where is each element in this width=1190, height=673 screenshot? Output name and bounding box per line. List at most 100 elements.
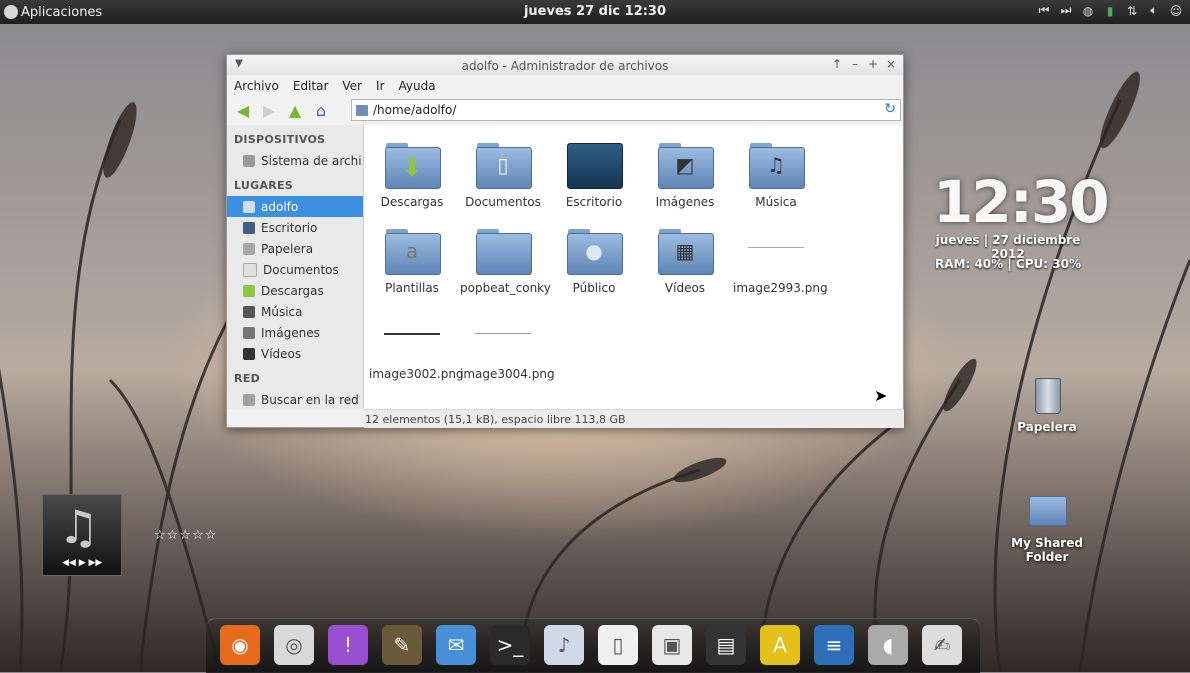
sidebar-item-label: Sistema de archi… (261, 153, 363, 168)
banshee-icon[interactable]: ♪ (544, 625, 584, 665)
file-icon-view: ⬇ Descargas ▯ Documentos Escritorio ◩ Im… (364, 125, 903, 409)
music-player-widget[interactable]: ♫ ◀◀ ▶ ▶▶ (42, 494, 132, 576)
window-titlebar[interactable]: ▼ adolfo - Administrador de archivos ↑ –… (227, 55, 903, 75)
file-item[interactable]: image3004.png (460, 313, 555, 381)
file-item[interactable]: ◩ Imágenes (642, 141, 728, 209)
conky-stats: RAM: 40% | CPU: 30% (935, 257, 1081, 271)
sidebar-item-label: Música (261, 304, 303, 319)
next-track-icon[interactable]: ⏭ (1058, 3, 1074, 18)
sidebar-item-music[interactable]: Música (227, 301, 363, 322)
workspace-icon[interactable]: ▣ (652, 625, 692, 665)
file-item[interactable]: ▦ Vídeos (642, 227, 728, 295)
disc-icon[interactable]: ◎ (274, 625, 314, 665)
back-button[interactable]: ◀ (233, 100, 253, 120)
video-editor-icon[interactable]: ▤ (706, 625, 746, 665)
home-button[interactable]: ⌂ (311, 100, 331, 120)
conky-clock: 12:30 (933, 168, 1110, 236)
menu-ayuda[interactable]: Ayuda (398, 79, 435, 93)
mouse-pointer-icon: ➤ (874, 386, 888, 405)
folder-icon (475, 227, 532, 275)
file-item[interactable]: ● Público (551, 227, 637, 295)
file-item[interactable]: a Plantillas (369, 227, 455, 295)
file-item[interactable]: image2993.png (733, 227, 828, 295)
gimp-icon[interactable]: ✎ (382, 625, 422, 665)
window-controls: ↑ – + × (831, 57, 897, 71)
file-name: image3004.png (460, 367, 555, 381)
menu-ver[interactable]: Ver (342, 79, 362, 93)
chat-icon[interactable]: ! (328, 625, 368, 665)
panel-clock[interactable]: jueves 27 dic 12:30 (0, 4, 1190, 19)
folder-videos-icon: ▦ (657, 227, 714, 275)
terminal-icon[interactable]: >_ (490, 625, 530, 665)
folder-icon (1029, 490, 1067, 530)
sidebar-heading-network: RED (234, 372, 261, 385)
desktop-icon-trash[interactable]: Papelera (997, 374, 1097, 434)
trash-icon (243, 242, 255, 255)
forward-button[interactable]: ▶ (259, 100, 279, 120)
file-item[interactable]: ⬇ Descargas (369, 141, 455, 209)
location-path: /home/adolfo/ (373, 103, 457, 117)
top-panel: Aplicaciones jueves 27 dic 12:30 ⏮ ⏭ ◍ ▮… (0, 0, 1190, 24)
file-item[interactable]: popbeat_conky (460, 227, 551, 295)
player-controls[interactable]: ◀◀ ▶ ▶▶ (62, 558, 102, 568)
writer-icon[interactable]: ≡ (814, 625, 854, 665)
folder-templates-icon: a (384, 227, 441, 275)
desktop-icon-label: My Shared Folder (1011, 536, 1083, 564)
file-item[interactable]: ♫ Música (733, 141, 819, 209)
firefox-icon[interactable]: ◉ (220, 625, 260, 665)
prev-track-icon[interactable]: ⏮ (1036, 3, 1052, 18)
track-rating[interactable]: ☆☆☆☆☆ (154, 528, 217, 543)
inkscape-icon[interactable]: A (760, 625, 800, 665)
folder-public-icon: ● (566, 227, 623, 275)
sidebar-item-browse-network[interactable]: Buscar en la red (227, 389, 363, 410)
sidebar-item-label: Descargas (261, 283, 324, 298)
volume-icon[interactable]: 🔈︎ (1146, 3, 1162, 18)
mail-icon[interactable]: ✉ (436, 625, 476, 665)
file-name: Documentos (465, 195, 541, 209)
maximize-button[interactable]: + (867, 57, 879, 71)
file-item[interactable]: ▯ Documentos (460, 141, 546, 209)
desktop-icon-shared-folder[interactable]: My Shared Folder (997, 490, 1097, 564)
image-file-icon (384, 313, 440, 361)
network-folder-icon (243, 393, 255, 406)
sidebar-item-desktop[interactable]: Escritorio (227, 217, 363, 238)
drive-icon (243, 154, 255, 167)
minimize-button[interactable]: – (849, 57, 861, 71)
sidebar-item-label: Papelera (261, 241, 314, 256)
music-note-icon: ♫ (58, 500, 100, 554)
network-icon[interactable]: ◍ (1080, 4, 1096, 18)
menu-editar[interactable]: Editar (293, 79, 329, 93)
documents-icon (243, 262, 257, 277)
sidebar-item-pictures[interactable]: Imágenes (227, 322, 363, 343)
folder-desktop-icon (566, 141, 623, 189)
battery-icon[interactable]: ▮ (1102, 4, 1118, 18)
file-name: popbeat_conky (460, 281, 551, 295)
sidebar: DISPOSITIVOS Sistema de archi… LUGARES a… (227, 125, 364, 409)
up-button[interactable]: ▲ (285, 100, 305, 120)
sidebar-item-videos[interactable]: Vídeos (227, 343, 363, 364)
menu-ir[interactable]: Ir (376, 79, 384, 93)
location-bar[interactable]: /home/adolfo/ ↻ (351, 99, 901, 121)
file-name: Público (572, 281, 616, 295)
sidebar-item-downloads[interactable]: Descargas (227, 280, 363, 301)
sidebar-item-home[interactable]: adolfo (227, 196, 363, 217)
sidebar-item-label: Vídeos (261, 346, 302, 361)
file-item[interactable]: Escritorio (551, 141, 637, 209)
file-name: Plantillas (385, 281, 439, 295)
shade-button[interactable]: ↑ (831, 57, 843, 71)
folder-music-icon: ♫ (748, 141, 805, 189)
refresh-icon[interactable]: ↻ (884, 101, 896, 117)
close-button[interactable]: × (885, 57, 897, 71)
document-icon[interactable]: ▯ (598, 625, 638, 665)
transfer-icon[interactable]: ⇅ (1124, 4, 1140, 18)
text-editor-icon[interactable]: ✍ (922, 625, 962, 665)
sidebar-item-trash[interactable]: Papelera (227, 238, 363, 259)
file-item[interactable]: image3002.png (369, 313, 464, 381)
sidebar-item-filesystem[interactable]: Sistema de archi… (227, 150, 363, 171)
menu-archivo[interactable]: Archivo (234, 79, 279, 93)
image-file-icon (475, 313, 531, 361)
sidebar-item-documents[interactable]: Documentos (227, 259, 363, 280)
speaker-icon[interactable]: ◖ (868, 625, 908, 665)
desktop-icon (243, 221, 255, 234)
user-icon[interactable]: ☺ (1168, 4, 1184, 18)
